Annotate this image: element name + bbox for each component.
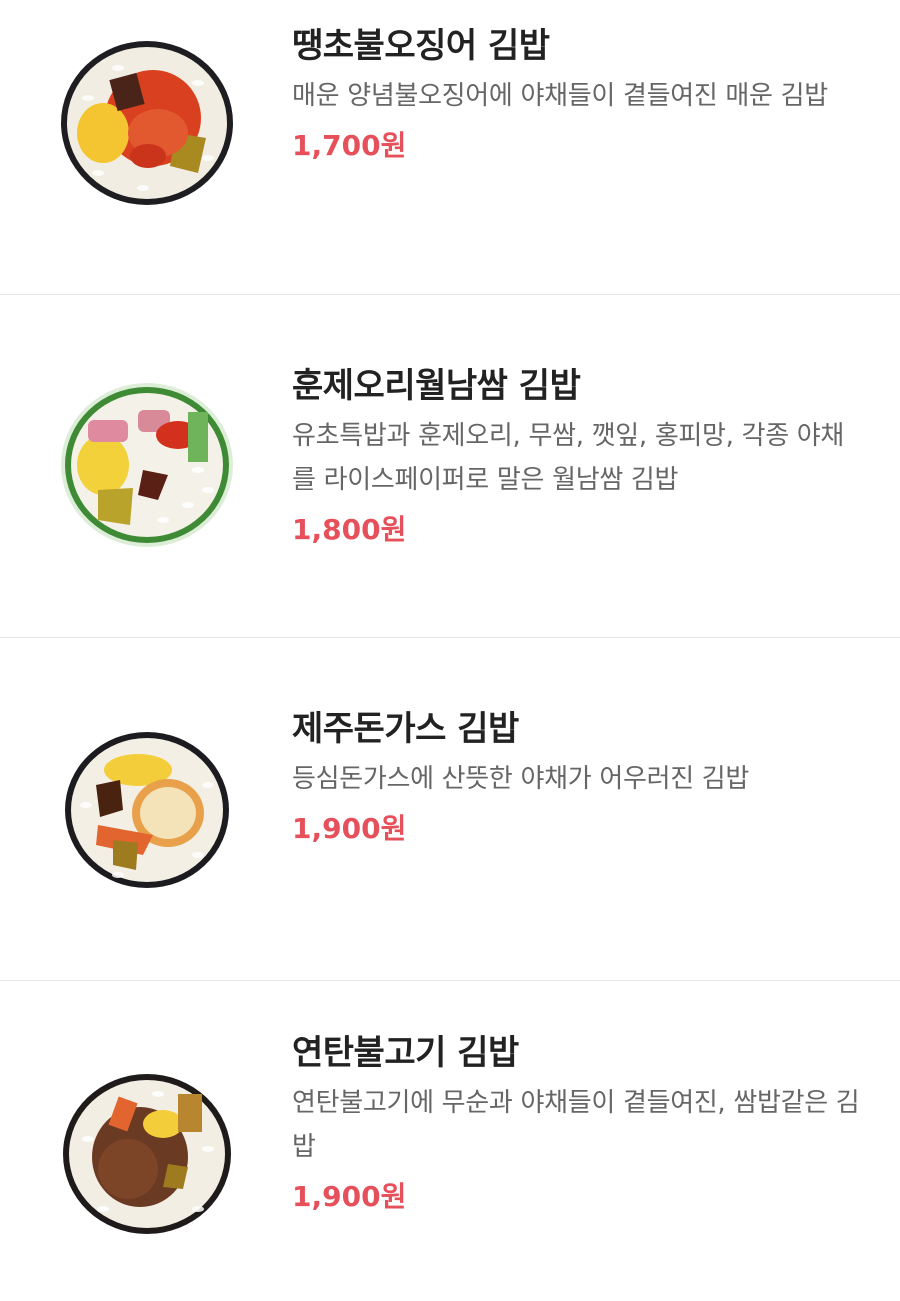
menu-item-description: 매운 양념불오징어에 야채들이 곁들여진 매운 김밥 (292, 81, 828, 111)
gimbap-pork-cutlet-image (58, 725, 236, 895)
menu-list: 땡초불오징어 김밥 매운 양념불오징어에 야채들이 곁들여진 매운 김밥 1,7… (0, 0, 900, 1301)
menu-item-duck-gimbap[interactable]: 훈제오리월남쌈 김밥 유초특밥과 훈제오리, 무쌈, 깻잎, 홍피망, 각종 야… (0, 295, 900, 638)
menu-item-title: 연탄불고기 김밥 (292, 1033, 519, 1073)
menu-item-price: 1,700원 (292, 129, 407, 162)
gimbap-duck-image (58, 380, 236, 550)
menu-item-pork-cutlet-gimbap[interactable]: 제주돈가스 김밥 등심돈가스에 산뜻한 야채가 어우러진 김밥 1,900원 (0, 638, 900, 981)
gimbap-bulgogi-image (58, 1069, 236, 1239)
menu-item-title: 땡초불오징어 김밥 (292, 26, 550, 66)
menu-item-bulgogi-gimbap[interactable]: 연탄불고기 김밥 연탄불고기에 무순과 야채들이 곁들여진, 쌈밥같은 김밥 1… (0, 981, 900, 1301)
menu-item-title: 훈제오리월남쌈 김밥 (292, 366, 581, 406)
menu-item-price: 1,900원 (292, 1180, 407, 1213)
menu-item-squid-gimbap[interactable]: 땡초불오징어 김밥 매운 양념불오징어에 야채들이 곁들여진 매운 김밥 1,7… (0, 0, 900, 295)
menu-item-price: 1,800원 (292, 513, 407, 546)
menu-item-title: 제주돈가스 김밥 (292, 709, 519, 749)
menu-item-description: 등심돈가스에 산뜻한 야채가 어우러진 김밥 (292, 764, 750, 794)
menu-item-price: 1,900원 (292, 812, 407, 845)
menu-item-description: 유초특밥과 훈제오리, 무쌈, 깻잎, 홍피망, 각종 야채를 라이스페이퍼로 … (292, 421, 845, 495)
gimbap-squid-image (58, 38, 236, 208)
menu-item-description: 연탄불고기에 무순과 야채들이 곁들여진, 쌈밥같은 김밥 (292, 1088, 860, 1162)
